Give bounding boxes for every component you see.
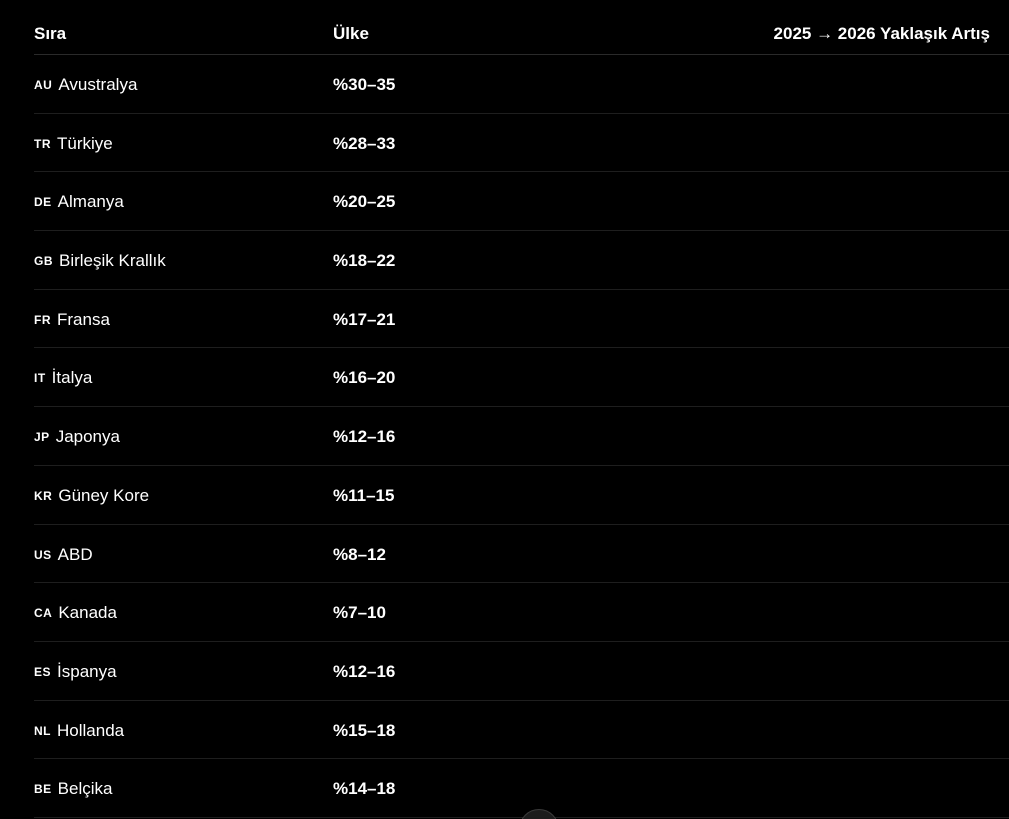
country-name: Güney Kore (58, 485, 150, 505)
country-cell: BE Belçika (34, 778, 112, 800)
country-cell: FR Fransa (34, 309, 110, 331)
country-name: Türkiye (57, 133, 113, 153)
country-cell: DE Almanya (34, 191, 124, 213)
table-row: FR Fransa %17–21 (34, 290, 1009, 349)
table-row: DE Almanya %20–25 (34, 172, 1009, 232)
increase-value: %16–20 (333, 368, 396, 388)
country-name: Kanada (58, 603, 117, 623)
increase-value: %12–16 (333, 661, 396, 681)
increase-value: %11–15 (333, 485, 395, 505)
table-row: TR Türkiye %28–33 (34, 114, 1009, 173)
increase-value: %7–10 (333, 603, 386, 623)
flag-code: FR (34, 312, 51, 327)
table-row: CA Kanada %7–10 (34, 583, 1009, 642)
increase-value: %8–12 (333, 544, 386, 564)
flag-code: NL (34, 723, 51, 738)
flag-code: GB (34, 254, 53, 269)
country-name: Belçika (57, 779, 113, 799)
country-cell: ES İspanya (34, 661, 117, 683)
increase-value: %14–18 (333, 779, 396, 799)
header-country: Ülke (333, 24, 369, 43)
flag-code: ES (34, 664, 52, 679)
table-row: IT İtalya %16–20 (34, 348, 1009, 408)
table-header: Sıra Ülke 2025 → 2026 Yaklaşık Artış (34, 14, 1009, 55)
header-rank: Sıra (34, 24, 67, 43)
flag-code: JP (34, 430, 50, 445)
flag-code: IT (34, 371, 46, 386)
country-cell: JP Japonya (34, 426, 120, 448)
country-cell: TR Türkiye (34, 133, 113, 155)
flag-code: DE (34, 195, 52, 210)
increase-value: %18–22 (333, 251, 396, 271)
flag-code: KR (34, 488, 53, 503)
flag-code: TR (34, 136, 51, 151)
country-name: Japonya (55, 427, 120, 447)
table-row: US ABD %8–12 (34, 525, 1009, 584)
country-name: Fransa (57, 309, 110, 329)
country-cell: CA Kanada (34, 602, 117, 624)
travel-cost-table: Sıra Ülke 2025 → 2026 Yaklaşık Artış AU A… (34, 14, 1009, 818)
country-name: Avustralya (58, 75, 138, 94)
table-row: BE Belçika %14–18 (34, 759, 1009, 818)
increase-value: %12–16 (333, 427, 396, 447)
table-row: JP Japonya %12–16 (34, 407, 1009, 466)
country-cell: KR Güney Kore (34, 485, 149, 507)
country-name: Hollanda (57, 720, 125, 740)
increase-value: %30–35 (333, 75, 396, 94)
country-name: Birleşik Krallık (59, 251, 166, 271)
country-cell: NL Hollanda (34, 720, 124, 742)
flag-code: CA (34, 606, 53, 621)
flag-code: BE (34, 782, 52, 797)
country-cell: US ABD (34, 544, 93, 566)
header-increase: 2025 → 2026 Yaklaşık Artış (773, 24, 990, 43)
table-row: GB Birleşik Krallık %18–22 (34, 231, 1009, 290)
flag-code: AU (34, 78, 53, 92)
country-cell: IT İtalya (34, 367, 92, 389)
increase-value: %20–25 (333, 192, 396, 212)
increase-value: %17–21 (333, 309, 396, 329)
flag-code: US (34, 547, 52, 562)
country-cell: AU Avustralya (34, 74, 137, 96)
country-name: ABD (57, 544, 93, 564)
increase-value: %28–33 (333, 133, 396, 153)
increase-value: %15–18 (333, 720, 396, 740)
table-row: ES İspanya %12–16 (34, 642, 1009, 701)
country-name: İtalya (51, 368, 93, 388)
table-row: NL Hollanda %15–18 (34, 701, 1009, 760)
country-name: Almanya (57, 192, 124, 212)
country-cell: GB Birleşik Krallık (34, 250, 166, 272)
table-row: AU Avustralya %30–35 (34, 55, 1009, 114)
country-name: İspanya (57, 661, 117, 681)
table-row: KR Güney Kore %11–15 (34, 466, 1009, 525)
